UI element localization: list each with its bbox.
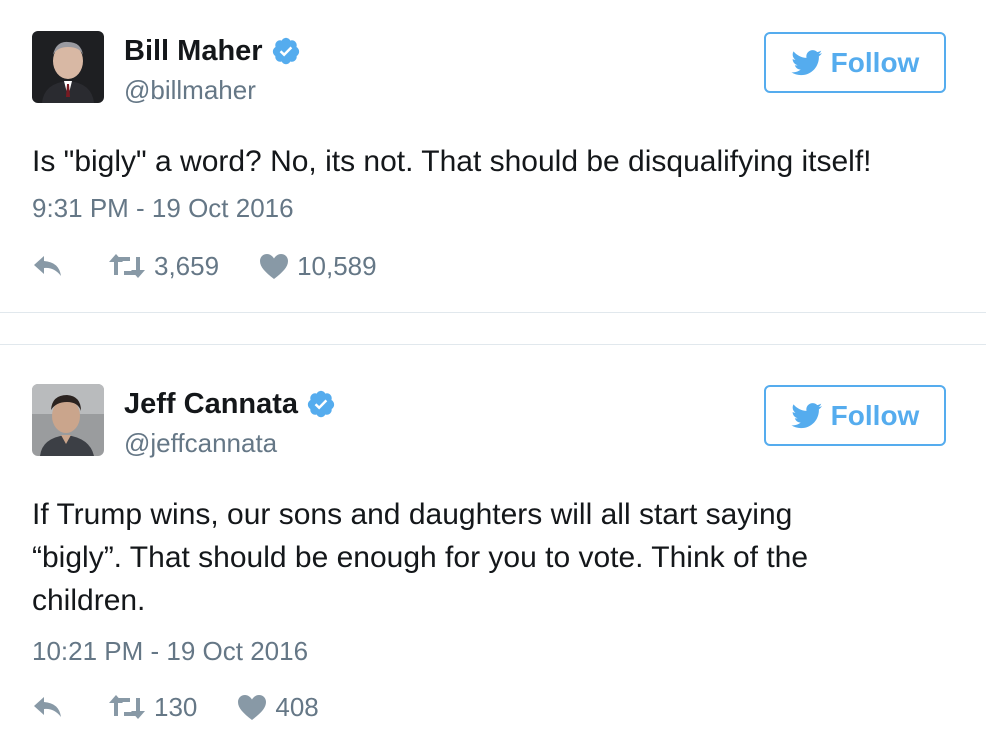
like-count: 10,589	[297, 251, 377, 281]
display-name[interactable]: Jeff Cannata	[124, 386, 298, 422]
reply-icon	[34, 697, 61, 717]
author-name-row: Bill Maher	[124, 33, 301, 69]
avatar-photo-icon	[32, 31, 104, 103]
tweet-embed-page: Bill Maher @billmaher Follow Is "bigly" …	[0, 0, 986, 734]
author-name-row: Jeff Cannata	[124, 386, 336, 422]
divider	[0, 344, 986, 345]
reply-button[interactable]	[32, 252, 64, 280]
follow-label: Follow	[830, 399, 920, 431]
tweet-actions: 3,659 10,589	[32, 250, 377, 282]
avatar[interactable]	[32, 31, 104, 103]
tweet-separator	[0, 313, 986, 344]
user-handle[interactable]: @billmaher	[124, 73, 256, 107]
avatar-photo-icon	[32, 384, 104, 456]
heart-icon	[260, 254, 289, 279]
user-handle[interactable]: @jeffcannata	[124, 426, 277, 460]
follow-label: Follow	[830, 46, 920, 78]
retweet-count: 3,659	[154, 251, 220, 281]
tweet-card: Jeff Cannata @jeffcannata Follow If Trum…	[0, 346, 986, 734]
like-button[interactable]: 10,589	[259, 250, 377, 282]
tweet-text: If Trump wins, our sons and daughters wi…	[32, 498, 809, 617]
retweet-count: 130	[154, 692, 198, 722]
reply-icon	[34, 256, 61, 276]
tweet-card: Bill Maher @billmaher Follow Is "bigly" …	[0, 0, 986, 312]
display-name[interactable]: Bill Maher	[124, 33, 263, 69]
tweet-timestamp[interactable]: 10:21 PM - 19 Oct 2016	[32, 634, 308, 668]
twitter-bird-icon	[791, 402, 822, 428]
tweet-timestamp[interactable]: 9:31 PM - 19 Oct 2016	[32, 191, 294, 225]
verified-badge-icon	[271, 36, 301, 66]
twitter-bird-icon	[791, 49, 822, 75]
retweet-icon	[109, 695, 145, 719]
retweet-button[interactable]: 3,659	[108, 250, 219, 282]
heart-icon	[238, 695, 267, 720]
avatar[interactable]	[32, 384, 104, 456]
tweet-actions: 130 408	[32, 691, 319, 723]
tweet-text: Is "bigly" a word? No, its not. That sho…	[32, 145, 872, 178]
retweet-icon	[109, 254, 145, 278]
retweet-button[interactable]: 130	[108, 691, 197, 723]
reply-button[interactable]	[32, 693, 64, 721]
follow-button[interactable]: Follow	[764, 385, 946, 446]
like-button[interactable]: 408	[237, 691, 319, 723]
like-count: 408	[275, 692, 319, 722]
follow-button[interactable]: Follow	[764, 32, 946, 93]
verified-badge-icon	[306, 389, 336, 419]
